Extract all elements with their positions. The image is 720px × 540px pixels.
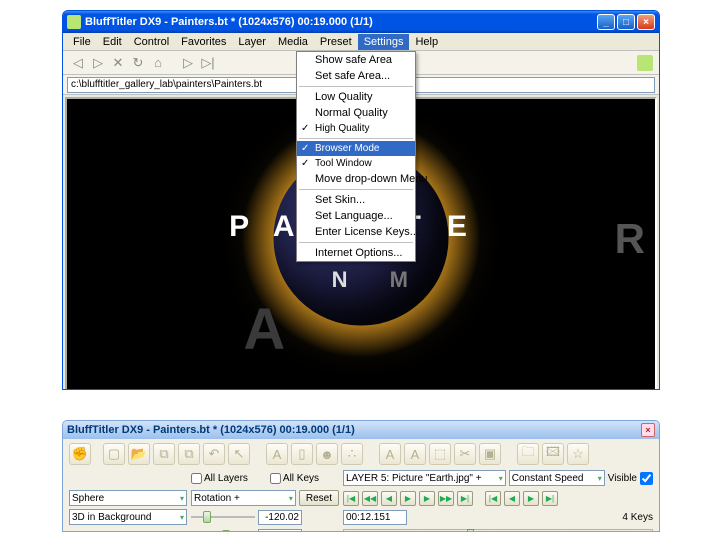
text-a: A [243, 296, 285, 363]
menu-help[interactable]: Help [409, 34, 444, 50]
main-window: BluffTitler DX9 - Painters.bt * (1024x57… [62, 10, 660, 390]
close-button[interactable]: × [637, 14, 655, 30]
tool-titlebar[interactable]: BluffTitler DX9 - Painters.bt * (1024x57… [63, 421, 659, 439]
app-icon [67, 15, 81, 29]
dd-set-skin[interactable]: Set Skin... [297, 192, 415, 208]
maximize-button[interactable]: □ [617, 14, 635, 30]
tool-btn-head[interactable]: ☻ [316, 443, 338, 465]
menu-favorites[interactable]: Favorites [175, 34, 232, 50]
back-icon[interactable]: ◁ [69, 54, 87, 72]
tool-btn-fav[interactable]: ☆ [567, 443, 589, 465]
timeline[interactable] [343, 529, 653, 533]
tool-btn-copy[interactable]: ⧉ [153, 443, 175, 465]
jump-start-button[interactable]: |◀ [485, 491, 501, 506]
tool-btn-folder[interactable]: 🗀 [517, 443, 539, 465]
jump-next-button[interactable]: ▶ [523, 491, 539, 506]
slider-0[interactable] [191, 510, 255, 524]
menu-control[interactable]: Control [128, 34, 175, 50]
tool-btn-new[interactable]: ▢ [103, 443, 125, 465]
layer-select[interactable]: LAYER 5: Picture "Earth.jpg" + [343, 470, 506, 486]
tool-btn-fx2[interactable]: A [404, 443, 426, 465]
tool-btn-particles[interactable]: ∴ [341, 443, 363, 465]
jump-end-button[interactable]: ▶| [542, 491, 558, 506]
play-icon[interactable]: ▷ [179, 54, 197, 72]
tool-btn-open[interactable]: 📂 [128, 443, 150, 465]
dd-tool-window[interactable]: Tool Window [297, 156, 415, 171]
last-key-button[interactable]: ▶| [457, 491, 473, 506]
dd-low-quality[interactable]: Low Quality [297, 89, 415, 105]
dd-show-safe-area[interactable]: Show safe Area [297, 52, 415, 68]
step-fwd-button[interactable]: ▶ [419, 491, 435, 506]
property-select[interactable]: Rotation + [191, 490, 296, 506]
tool-btn-1[interactable]: ✊ [69, 443, 91, 465]
visible-label: Visible [608, 473, 637, 484]
dd-set-language[interactable]: Set Language... [297, 208, 415, 224]
home-icon[interactable]: ⌂ [149, 54, 167, 72]
dd-browser-mode[interactable]: Browser Mode [297, 141, 415, 156]
tool-btn-arrow[interactable]: ↖ [228, 443, 250, 465]
keys-count: 4 Keys [622, 512, 653, 523]
visible-checkbox[interactable] [640, 472, 653, 485]
dd-high-quality[interactable]: High Quality [297, 121, 415, 136]
menu-settings[interactable]: Settings [358, 34, 410, 50]
window-title: BluffTitler DX9 - Painters.bt * (1024x57… [85, 16, 597, 28]
select-sphere[interactable]: Sphere [69, 490, 187, 506]
jump-prev-button[interactable]: ◀ [504, 491, 520, 506]
tool-btn-page[interactable]: ▯ [291, 443, 313, 465]
value-1[interactable]: 0 [258, 529, 302, 533]
text-r: R [615, 215, 645, 263]
menu-edit[interactable]: Edit [97, 34, 128, 50]
reset-button[interactable]: Reset [299, 490, 339, 506]
tool-btn-paste[interactable]: ⧉ [178, 443, 200, 465]
minimize-button[interactable]: _ [597, 14, 615, 30]
speed-select[interactable]: Constant Speed [509, 470, 605, 486]
next-icon[interactable]: ▷| [199, 54, 217, 72]
all-keys-checkbox[interactable]: All Keys [270, 473, 319, 484]
dd-license-keys[interactable]: Enter License Keys... [297, 224, 415, 240]
value-0[interactable]: -120.02 [258, 510, 302, 525]
tool-toolbar: ✊ ▢ 📂 ⧉ ⧉ ↶ ↖ A ▯ ☻ ∴ A A ⬚ ✂ ▣ 🗀 🖾 ☆ [69, 441, 653, 467]
slider-1[interactable] [191, 529, 255, 532]
settings-dropdown: Show safe Area Set safe Area... Low Qual… [296, 51, 416, 262]
refresh-icon[interactable]: ↻ [129, 54, 147, 72]
forward-icon[interactable]: ▷ [89, 54, 107, 72]
tool-title-text: BluffTitler DX9 - Painters.bt * (1024x57… [67, 424, 355, 436]
dd-move-dropdown[interactable]: Move drop-down Menu [297, 171, 415, 187]
tool-btn-undo[interactable]: ↶ [203, 443, 225, 465]
dd-internet-options[interactable]: Internet Options... [297, 245, 415, 261]
prev-key-button[interactable]: ◀◀ [362, 491, 378, 506]
menu-preset[interactable]: Preset [314, 34, 358, 50]
tool-btn-img[interactable]: 🖾 [542, 443, 564, 465]
all-layers-checkbox[interactable]: All Layers [191, 473, 248, 484]
menu-file[interactable]: File [67, 34, 97, 50]
tool-window: BluffTitler DX9 - Painters.bt * (1024x57… [62, 420, 660, 532]
next-key-button[interactable]: ▶▶ [438, 491, 454, 506]
tool-btn-text[interactable]: A [266, 443, 288, 465]
dd-set-safe-area[interactable]: Set safe Area... [297, 68, 415, 84]
menu-media[interactable]: Media [272, 34, 314, 50]
text-nm: N M [332, 267, 426, 293]
tool-btn-cut[interactable]: ✂ [454, 443, 476, 465]
select-3d-bg[interactable]: 3D in Background [69, 509, 187, 525]
tool-btn-mesh[interactable]: ⬚ [429, 443, 451, 465]
timeline-cursor[interactable] [467, 529, 474, 533]
step-back-button[interactable]: ◀ [381, 491, 397, 506]
tool-btn-fx1[interactable]: A [379, 443, 401, 465]
menu-layer[interactable]: Layer [232, 34, 272, 50]
tool-btn-layer[interactable]: ▣ [479, 443, 501, 465]
tool-close-button[interactable]: × [641, 423, 655, 437]
dd-normal-quality[interactable]: Normal Quality [297, 105, 415, 121]
brand-icon [637, 55, 653, 71]
time-field[interactable]: 00:12.151 [343, 510, 407, 525]
stop-icon[interactable]: ✕ [109, 54, 127, 72]
first-key-button[interactable]: |◀ [343, 491, 359, 506]
play-button[interactable]: ▶ [400, 491, 416, 506]
menubar: File Edit Control Favorites Layer Media … [63, 33, 659, 51]
titlebar[interactable]: BluffTitler DX9 - Painters.bt * (1024x57… [63, 11, 659, 33]
